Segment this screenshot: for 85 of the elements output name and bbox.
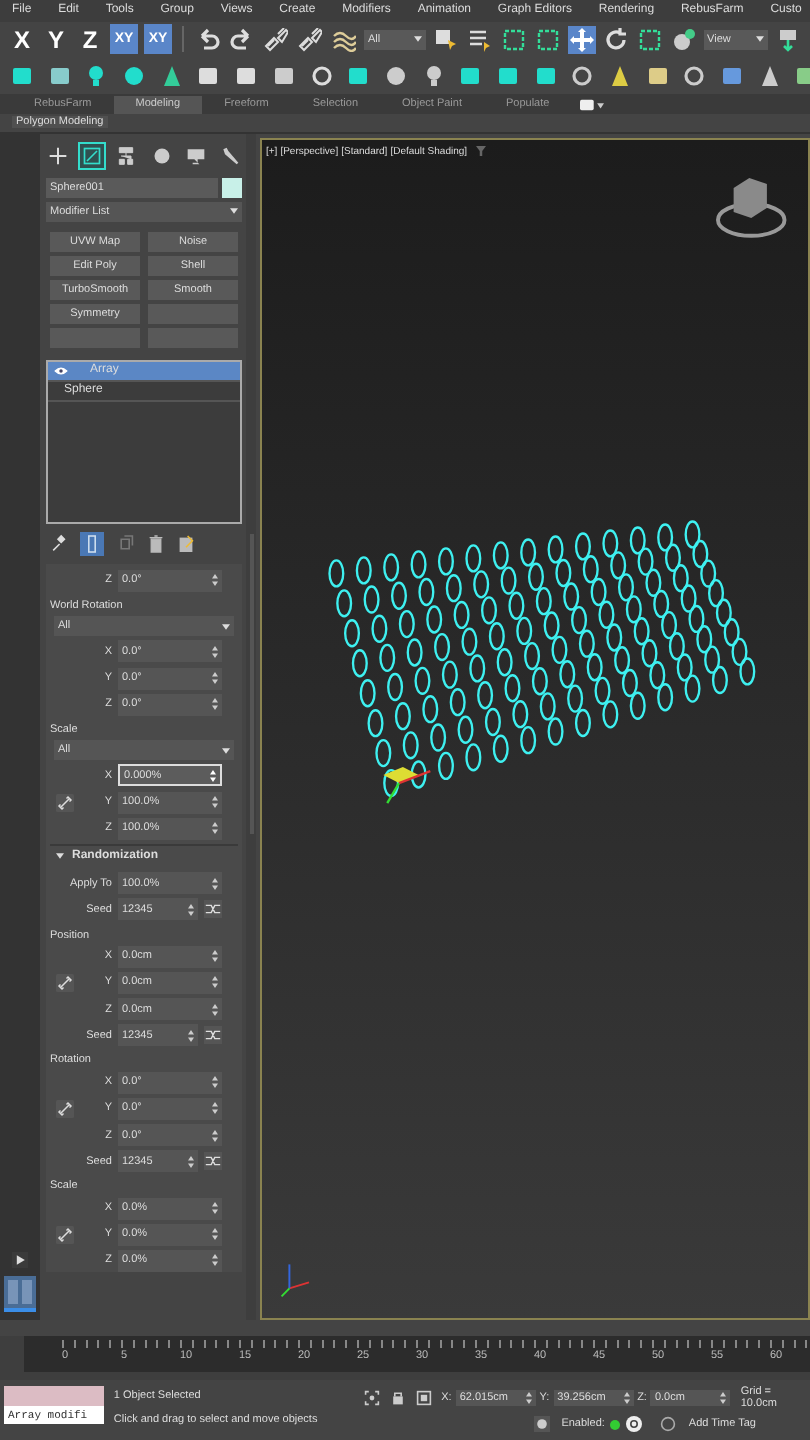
torus-array-drawing[interactable] [328,520,756,798]
spinner-arrows-icon[interactable] [212,1129,218,1142]
caret-icon [222,747,230,754]
axis-constraint-button[interactable]: X [8,24,36,55]
modify-tab[interactable] [80,143,105,168]
spinner-arrows-icon[interactable] [212,645,218,658]
viewcube-drawing[interactable] [716,177,787,238]
spinner-arrows-icon[interactable] [212,1228,218,1241]
tag-icon [660,1416,677,1433]
spinner-arrows-icon[interactable] [212,672,218,685]
axis-tripod-icon [280,1263,310,1298]
select-object-icon[interactable] [431,25,460,54]
spinner-arrows-icon[interactable] [188,1029,194,1042]
spinner-arrows-icon[interactable] [212,698,218,711]
play-icon[interactable] [12,1252,28,1269]
sun-icon[interactable] [120,61,149,90]
link-icon[interactable] [55,1099,73,1118]
maxscript-listener-field[interactable] [4,1386,104,1407]
time-tag-button[interactable] [626,1416,643,1433]
rotate-icon[interactable] [601,25,630,54]
spinner-arrows-icon[interactable] [212,976,218,989]
shuffle-button[interactable] [204,900,222,919]
spinner-arrows-icon[interactable] [212,877,218,890]
spinner-arrows-icon[interactable] [212,574,218,587]
link-icon[interactable] [55,1225,73,1244]
trash-icon[interactable] [148,533,164,554]
filter-icon[interactable] [476,146,487,157]
dashed-square-icon[interactable] [499,25,528,54]
utilities-tab[interactable] [217,143,242,168]
spinner-arrows-icon[interactable] [212,796,218,809]
scale-icon[interactable] [635,25,664,54]
eye-icon[interactable] [568,61,597,90]
display-tab[interactable] [183,143,208,168]
pin-icon[interactable] [50,533,66,554]
pivot-icon[interactable] [774,25,802,54]
spinner-arrows-icon[interactable] [212,950,218,963]
axis-constraint-button[interactable]: Z [76,24,104,55]
spinner-arrows-icon[interactable] [212,1202,218,1215]
move-icon[interactable] [567,25,596,54]
link-icon[interactable] [55,793,73,812]
snap-icon[interactable] [669,25,698,54]
unlink-icon[interactable] [295,25,324,54]
isolate-icon[interactable] [363,1390,380,1407]
configure-icon[interactable] [178,533,194,554]
object-color-swatch[interactable] [222,177,242,198]
spinner-arrows-icon[interactable] [212,1003,218,1016]
spinner-arrows-icon[interactable] [212,822,218,835]
ball-icon[interactable] [533,1416,550,1433]
eye-icon[interactable] [54,365,68,376]
link-icon[interactable] [261,25,290,54]
spinner-arrows-icon[interactable] [525,1392,532,1405]
link-icon[interactable] [55,973,73,992]
collapse-icon[interactable] [56,852,64,861]
shuffle-button[interactable] [204,1026,222,1045]
spinner-arrows-icon[interactable] [720,1392,727,1405]
dashed-square-icon[interactable] [533,25,562,54]
show-end-result-icon[interactable] [80,531,104,556]
spinner-arrows-icon[interactable] [212,1076,218,1089]
enabled-indicator [610,1419,621,1430]
motion-tab[interactable] [149,143,174,168]
caret-icon [413,36,422,43]
transform-gizmo-icon[interactable] [383,766,431,804]
spinner-arrows-icon[interactable] [623,1392,630,1405]
caret-icon [230,208,238,215]
viewport-layout-icon[interactable] [4,1276,36,1313]
ribbon-options-icon[interactable] [579,97,604,112]
spinner-arrows-icon[interactable] [212,1254,218,1267]
ring-icon[interactable] [307,61,335,90]
shuffle-button[interactable] [204,1152,222,1171]
time-slider-track[interactable] [0,1320,810,1337]
spinner-arrows-icon[interactable] [210,769,216,782]
spinner-arrows-icon[interactable] [212,1102,218,1115]
spinner-arrows-icon[interactable] [188,903,194,916]
hierarchy-tab[interactable] [114,143,139,168]
help-icon[interactable] [680,61,709,90]
lock-icon[interactable] [389,1390,406,1407]
tree-icon[interactable] [606,61,634,90]
spinner-arrows-icon[interactable] [188,1155,194,1168]
axis-constraint-button[interactable]: Y [42,24,70,55]
list-icon[interactable] [465,25,494,54]
caret-icon [222,623,230,630]
ball-icon[interactable] [381,61,410,90]
absolute-mode-icon[interactable] [415,1390,432,1407]
caret-icon [756,36,764,43]
create-tab[interactable] [46,143,70,168]
